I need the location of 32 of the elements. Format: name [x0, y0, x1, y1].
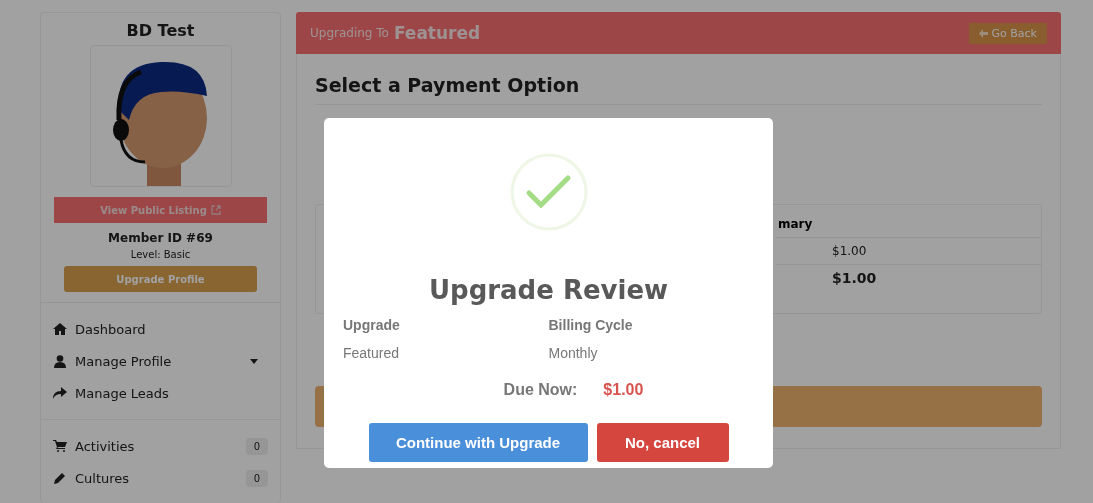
header-plan: Featured [393, 23, 481, 43]
external-link-icon [210, 205, 221, 215]
count-badge: 0 [245, 469, 268, 487]
member-level: Level: Basic [130, 249, 191, 260]
field-label: Billing Cycle [548, 317, 634, 333]
field-value: Featured [343, 345, 401, 361]
check-icon [509, 153, 588, 231]
home-icon [53, 323, 67, 335]
nav-item[interactable]: Manage Leads [53, 377, 268, 409]
summary-title: mary [778, 217, 814, 233]
summary-value: $1.00 [776, 264, 1041, 291]
share-arrow-icon [53, 387, 67, 399]
field-value: Monthly [548, 345, 599, 361]
summary-value: $1.00 [776, 237, 1041, 264]
user-icon [53, 354, 67, 368]
cart-icon [53, 440, 67, 452]
pencil-icon [53, 472, 67, 484]
arrow-left-icon [978, 28, 988, 38]
due-label: Due Now: [503, 381, 578, 399]
member-name: BD Test [126, 21, 195, 40]
nav-item[interactable]: Cultures 0 [53, 462, 268, 494]
nav-item[interactable]: Activities 0 [53, 430, 268, 462]
field-label: Upgrade [343, 317, 401, 333]
nav-item[interactable]: Manage Profile [53, 345, 268, 377]
nav-item[interactable]: Dashboard [53, 313, 268, 345]
cancel-button[interactable]: No, cancel [596, 423, 729, 462]
header-prefix: Upgrading To [310, 26, 389, 40]
count-badge: 0 [245, 437, 268, 455]
due-amount: $1.00 [603, 381, 644, 399]
modal-title: Upgrade Review [428, 275, 669, 305]
member-id: Member ID #69 [108, 231, 213, 245]
section-heading: Select a Payment Option [315, 74, 1042, 105]
